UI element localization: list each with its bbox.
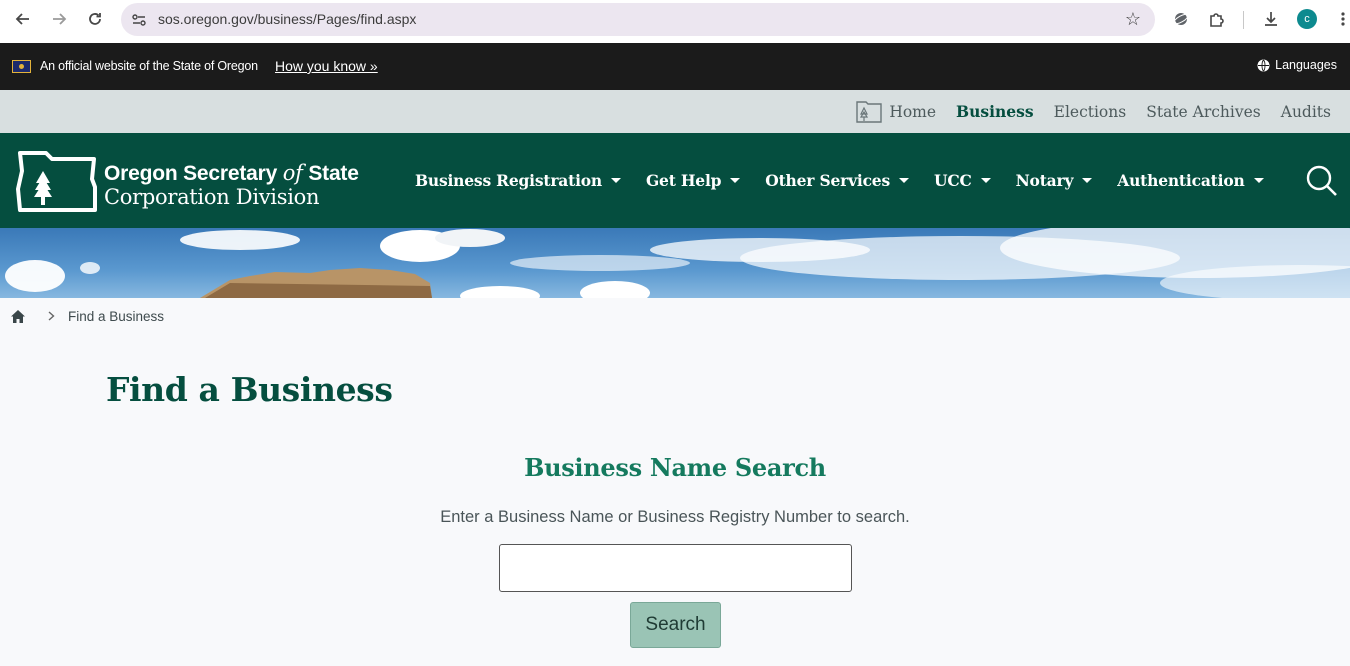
business-search-input[interactable] xyxy=(499,544,852,592)
caret-down-icon xyxy=(1253,178,1264,183)
languages-button[interactable]: Languages xyxy=(1257,58,1337,72)
utility-nav-business[interactable]: Business xyxy=(956,102,1034,121)
nav-label: Authentication xyxy=(1117,171,1245,190)
nav-notary[interactable]: Notary xyxy=(1016,171,1093,190)
back-arrow-icon[interactable] xyxy=(11,7,35,31)
utility-nav-elections[interactable]: Elections xyxy=(1054,103,1127,121)
logo-title-line2[interactable]: Corporation Division xyxy=(104,185,319,209)
utility-nav-audits[interactable]: Audits xyxy=(1281,103,1331,121)
oregon-flag-icon xyxy=(12,60,31,73)
bookmark-star-icon[interactable]: ☆ xyxy=(1125,9,1141,30)
utility-nav-archives[interactable]: State Archives xyxy=(1146,103,1261,121)
site-header: Oregon Secretary of State Corporation Di… xyxy=(0,133,1350,228)
nav-authentication[interactable]: Authentication xyxy=(1117,171,1264,190)
url-text: sos.oregon.gov/business/Pages/find.aspx xyxy=(158,11,417,27)
download-icon[interactable] xyxy=(1260,8,1282,30)
avatar[interactable]: c xyxy=(1297,9,1317,29)
nav-get-help[interactable]: Get Help xyxy=(646,171,741,190)
home-map-icon xyxy=(856,100,883,123)
globe-icon xyxy=(1257,59,1270,71)
search-instructions: Enter a Business Name or Business Regist… xyxy=(440,508,910,526)
caret-down-icon xyxy=(1082,178,1093,183)
extension-icon[interactable] xyxy=(1170,8,1192,30)
breadcrumb: Find a Business xyxy=(10,309,164,324)
nav-label: Business Registration xyxy=(415,171,602,190)
nav-label: Notary xyxy=(1015,171,1074,190)
browser-toolbar: sos.oregon.gov/business/Pages/find.aspx … xyxy=(0,0,1350,43)
logo-text-of: of xyxy=(282,161,303,185)
breadcrumb-current: Find a Business xyxy=(68,309,165,324)
address-bar[interactable]: sos.oregon.gov/business/Pages/find.aspx … xyxy=(121,3,1155,36)
nav-ucc[interactable]: UCC xyxy=(934,171,991,190)
nav-other-services[interactable]: Other Services xyxy=(765,171,909,190)
nav-business-registration[interactable]: Business Registration xyxy=(415,171,621,190)
caret-down-icon xyxy=(611,178,621,183)
search-icon[interactable] xyxy=(1305,164,1337,196)
logo-text-b: State xyxy=(302,162,359,185)
hero-banner-image xyxy=(0,228,1350,298)
site-settings-icon[interactable] xyxy=(130,11,148,29)
forward-arrow-icon[interactable] xyxy=(47,7,71,31)
official-text: An official website of the State of Oreg… xyxy=(40,59,258,73)
logo-title-line1[interactable]: Oregon Secretary of State xyxy=(104,161,359,186)
utility-nav-home[interactable]: Home xyxy=(855,100,936,124)
oregon-map-logo-icon[interactable] xyxy=(16,149,98,214)
nav-label: UCC xyxy=(934,171,972,190)
puzzle-icon[interactable] xyxy=(1206,8,1228,30)
toolbar-divider xyxy=(1243,11,1244,29)
main-nav: Business Registration Get Help Other Ser… xyxy=(415,133,1289,228)
caret-down-icon xyxy=(980,178,991,183)
official-banner: An official website of the State of Oreg… xyxy=(0,43,1350,90)
search-button[interactable]: Search xyxy=(630,602,721,648)
utility-nav: Home Business Elections State Archives A… xyxy=(0,90,1350,133)
section-title: Business Name Search xyxy=(524,453,826,482)
home-icon[interactable] xyxy=(10,309,26,324)
utility-nav-home-label: Home xyxy=(889,102,937,121)
page-title: Find a Business xyxy=(106,370,393,409)
chevron-right-icon xyxy=(48,309,55,324)
menu-dots-icon[interactable] xyxy=(1332,8,1350,30)
caret-down-icon xyxy=(730,178,741,183)
languages-label: Languages xyxy=(1275,58,1337,72)
nav-label: Get Help xyxy=(646,171,722,190)
reload-icon[interactable] xyxy=(83,7,107,31)
nav-label: Other Services xyxy=(765,171,890,190)
caret-down-icon xyxy=(899,178,909,183)
logo-text-a: Oregon Secretary xyxy=(104,162,283,185)
how-you-know-link[interactable]: How you know » xyxy=(275,58,378,74)
